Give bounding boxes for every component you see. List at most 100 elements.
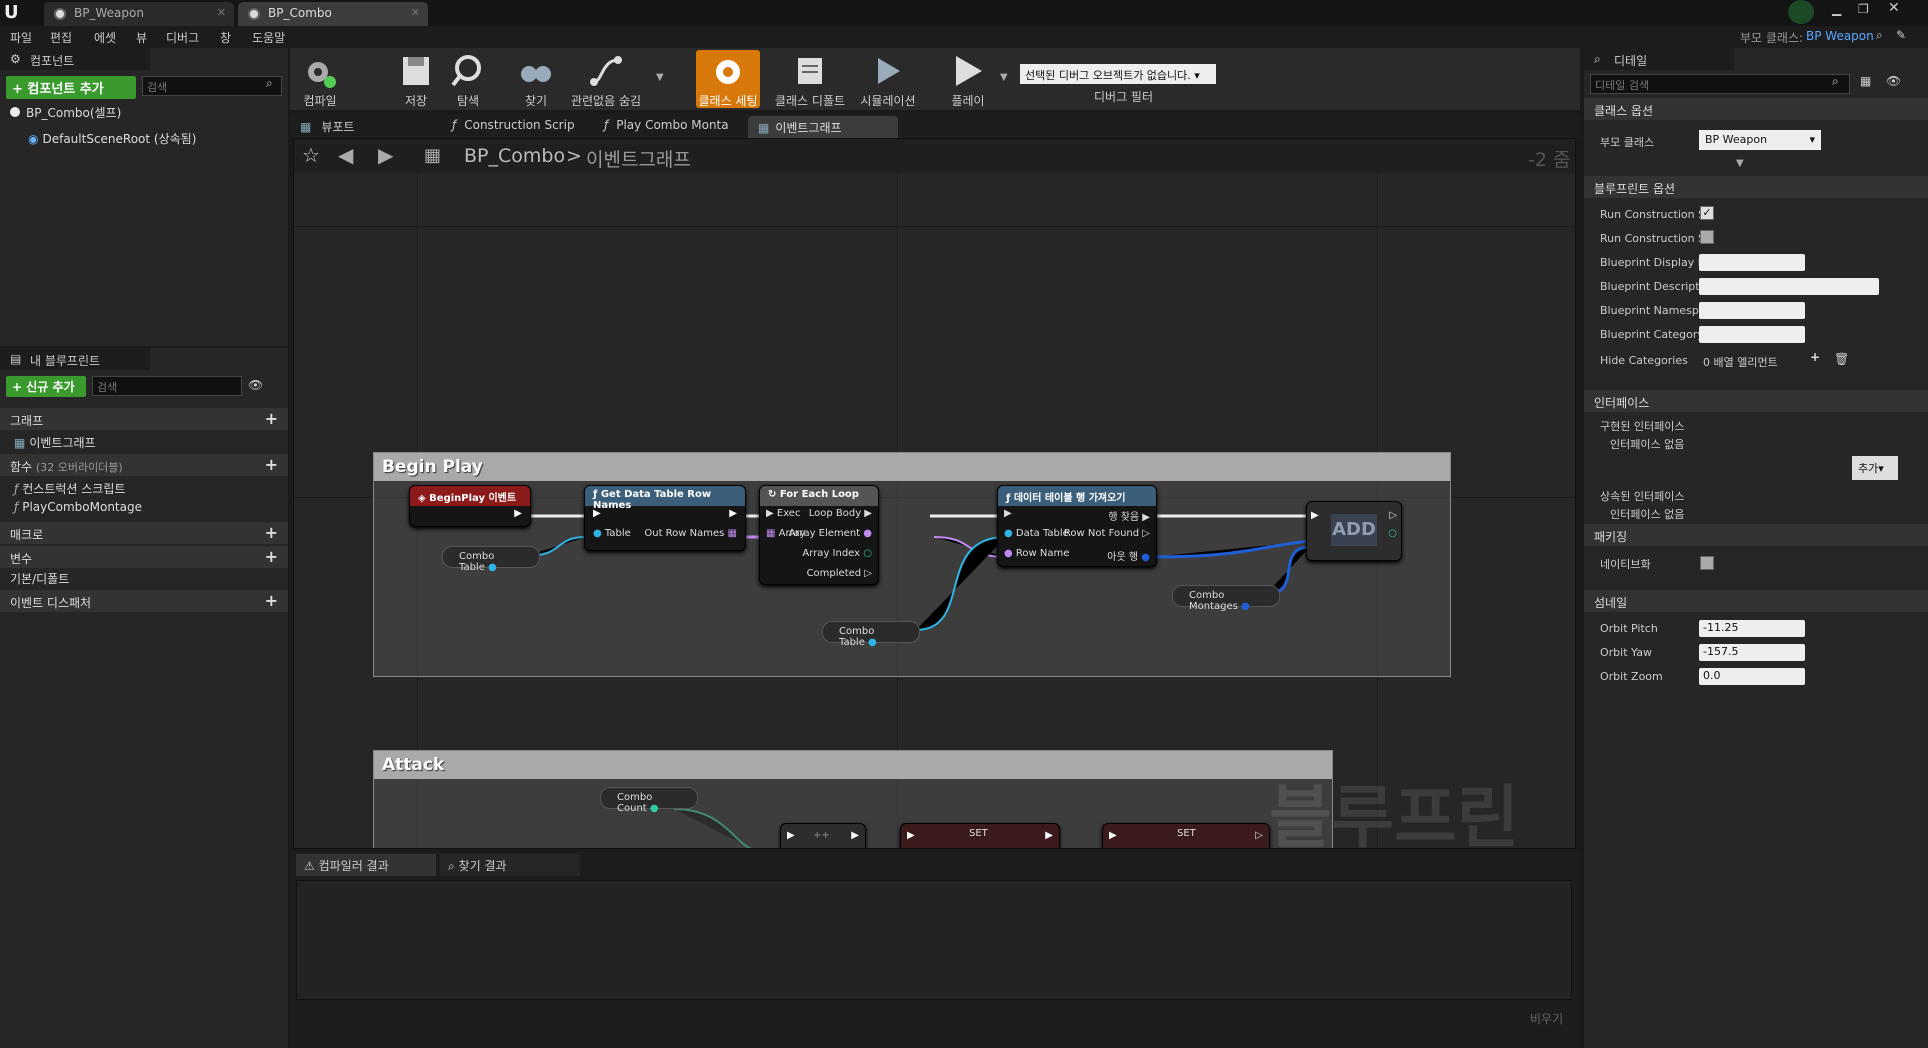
play-options-icon[interactable]: ▼ [1000, 72, 1008, 83]
run-construction-checkbox[interactable]: ✓ [1700, 206, 1714, 220]
variable-category[interactable]: 기본/디폴트 [10, 570, 69, 587]
combo-table-variable[interactable]: Combo Table ● [442, 546, 540, 573]
section-interfaces[interactable]: 인터페이스 [1584, 390, 1928, 412]
exec-out-pin[interactable]: ▶ [851, 830, 859, 841]
wrench-icon[interactable]: ✎ [1896, 28, 1906, 42]
debug-object-select[interactable]: 선택된 디버그 오브젝트가 없습니다. ▾ [1020, 64, 1216, 84]
exec-out-pin[interactable]: ▶ [514, 508, 522, 519]
component-root[interactable]: ◉ DefaultSceneRoot (상속됨) [28, 130, 196, 147]
class-settings-button[interactable]: 클래스 세팅 [696, 50, 760, 108]
node-get-data-table-row[interactable]: ƒ 데이터 테이블 행 가져오기 ▶ 행 찾음 ▶ ● Data Table R… [997, 485, 1157, 567]
node-set[interactable]: ▶ SET ▷ [1102, 823, 1270, 848]
exec-out-pin[interactable]: ▶ [729, 508, 737, 519]
close-icon[interactable]: ✕ [217, 6, 226, 19]
orbit-yaw-input[interactable]: -157.5 [1699, 644, 1805, 661]
blueprint-namespace-input[interactable] [1699, 302, 1805, 319]
eye-icon[interactable]: 👁 [248, 378, 263, 392]
tab-event-graph[interactable]: ▦ 이벤트그래프 [748, 116, 898, 138]
node-for-each-loop[interactable]: ↻ For Each Loop ▶ Exec Loop Body ▶ ▦ Arr… [759, 485, 879, 585]
section-class-options[interactable]: 클래스 옵션 [1584, 98, 1928, 120]
parent-class-select[interactable]: BP Weapon ▾ [1699, 130, 1821, 150]
function-item[interactable]: ƒ PlayComboMontage [14, 500, 142, 514]
unreal-logo-icon[interactable]: U [4, 2, 24, 23]
tab-compiler-results[interactable]: ⚠ 컴파일러 결과 [296, 854, 436, 876]
exec-in-pin[interactable]: ▶ [593, 508, 601, 519]
section-macros[interactable]: 매크로 + [0, 522, 288, 544]
blueprint-search-input[interactable]: 검색 [92, 376, 242, 396]
tab-details[interactable]: ⌕ 디테일 [1584, 48, 1734, 70]
row-found-pin[interactable]: 행 찾음 ▶ [1108, 508, 1150, 523]
exec-in-pin[interactable]: ▶ [787, 830, 795, 841]
array-element-pin[interactable]: Array Element ● [789, 528, 872, 539]
blueprint-display-input[interactable] [1699, 254, 1805, 271]
exec-out-pin[interactable]: ▷ [1255, 830, 1263, 841]
row-name-pin[interactable]: ● Row Name [1004, 548, 1069, 559]
hide-unrelated-button[interactable]: 관련없음 숨김 [566, 50, 646, 108]
parent-class-link[interactable]: BP Weapon [1806, 29, 1874, 43]
simulation-button[interactable]: 시뮬레이션 [856, 50, 920, 108]
add-interface-button[interactable]: 추가▾ [1852, 456, 1898, 480]
tab-my-blueprint[interactable]: ▤ 내 블루프린트 [0, 348, 150, 370]
close-window-button[interactable]: ✕ [1888, 0, 1900, 16]
add-new-button[interactable]: + 신규 추가 [6, 376, 86, 397]
function-item[interactable]: ƒ 컨스트럭션 스크립트 [14, 480, 125, 497]
tab-components[interactable]: ⚙ 컴포넌트 [0, 48, 150, 70]
menu-window[interactable]: 창 [220, 29, 231, 46]
index-out-pin[interactable]: ○ [1388, 528, 1397, 539]
blueprint-description-input[interactable] [1699, 278, 1879, 295]
event-graph-canvas[interactable]: ☆ ◀ ▶ ▦ BP_Combo > 이벤트그래프 -2 줌 Begin Pla… [293, 138, 1576, 849]
menu-file[interactable]: 파일 [10, 29, 32, 46]
exec-in-pin[interactable]: ▶ Exec [766, 508, 800, 519]
minimize-button[interactable]: ▁ [1832, 2, 1841, 16]
dropdown-arrow-icon[interactable]: ▼ [656, 72, 664, 83]
search-icon[interactable]: ⌕ [1876, 28, 1883, 43]
eye-icon[interactable]: 👁 [1886, 74, 1901, 88]
notification-icon[interactable] [1788, 0, 1814, 24]
save-button[interactable]: 저장 [386, 50, 446, 108]
close-icon[interactable]: ✕ [411, 6, 420, 19]
run-construction-checkbox[interactable] [1700, 230, 1714, 244]
add-variable-icon[interactable]: + [265, 547, 278, 566]
tab-play-combo-montage[interactable]: ƒ Play Combo Monta [604, 118, 729, 132]
tab-viewport[interactable]: ▦ 뷰포트 [300, 118, 354, 135]
tab-bp-weapon[interactable]: BP_Weapon ✕ [44, 2, 234, 26]
completed-pin[interactable]: Completed ▷ [807, 568, 872, 579]
components-search-input[interactable]: 검색 [142, 76, 282, 96]
trash-icon[interactable]: 🗑 [1834, 352, 1849, 366]
section-variables[interactable]: 변수 + [0, 546, 288, 568]
add-element-icon[interactable]: + [1810, 350, 1820, 364]
section-functions[interactable]: 함수 (32 오버라이더블) + [0, 454, 288, 476]
add-dispatcher-icon[interactable]: + [265, 591, 278, 610]
menu-asset[interactable]: 에셋 [94, 29, 116, 46]
maximize-button[interactable]: ❐ [1858, 2, 1869, 16]
tab-find-results[interactable]: ⌕ 찾기 결과 [440, 854, 580, 876]
exec-in-pin[interactable]: ▶ [1004, 508, 1012, 519]
node-begin-play[interactable]: ◈ BeginPlay 이벤트 ▶ [409, 485, 531, 527]
section-packaging[interactable]: 패키징 [1584, 524, 1928, 546]
exec-out-pin[interactable]: ▶ [1045, 830, 1053, 841]
combo-montages-variable[interactable]: Combo Montages ● [1172, 585, 1280, 612]
node-get-data-table-row-names[interactable]: ƒ Get Data Table Row Names ▶ ▶ ● Table O… [584, 485, 746, 551]
exec-in-pin[interactable]: ▶ [1311, 510, 1319, 521]
add-macro-icon[interactable]: + [265, 523, 278, 542]
exec-in-pin[interactable]: ▶ [907, 830, 915, 841]
menu-debug[interactable]: 디버그 [166, 29, 199, 46]
add-graph-icon[interactable]: + [265, 409, 278, 428]
component-self[interactable]: BP_Combo(셀프) [10, 104, 121, 121]
add-function-icon[interactable]: + [265, 455, 278, 474]
browse-button[interactable]: 탐색 [438, 50, 498, 108]
combo-count-variable[interactable]: Combo Count ● [600, 787, 698, 814]
exec-out-pin[interactable]: ▷ [1389, 510, 1397, 521]
menu-help[interactable]: 도움말 [252, 29, 285, 46]
section-thumbnail[interactable]: 섬네일 [1584, 590, 1928, 612]
menu-edit[interactable]: 편집 [50, 29, 72, 46]
data-table-pin[interactable]: ● Data Table [1004, 528, 1069, 539]
eventgraph-item[interactable]: ▦ 이벤트그래프 [14, 434, 96, 451]
section-blueprint-options[interactable]: 블루프린트 옵션 [1584, 176, 1928, 198]
compile-button[interactable]: 컴파일 [290, 50, 350, 108]
combo-table-variable[interactable]: Combo Table ● [822, 621, 920, 648]
nativize-checkbox[interactable] [1700, 556, 1714, 570]
node-set[interactable]: ▶ SET ▶ [900, 823, 1060, 848]
section-dispatchers[interactable]: 이벤트 디스패처 + [0, 590, 288, 612]
orbit-zoom-input[interactable]: 0.0 [1699, 668, 1805, 685]
